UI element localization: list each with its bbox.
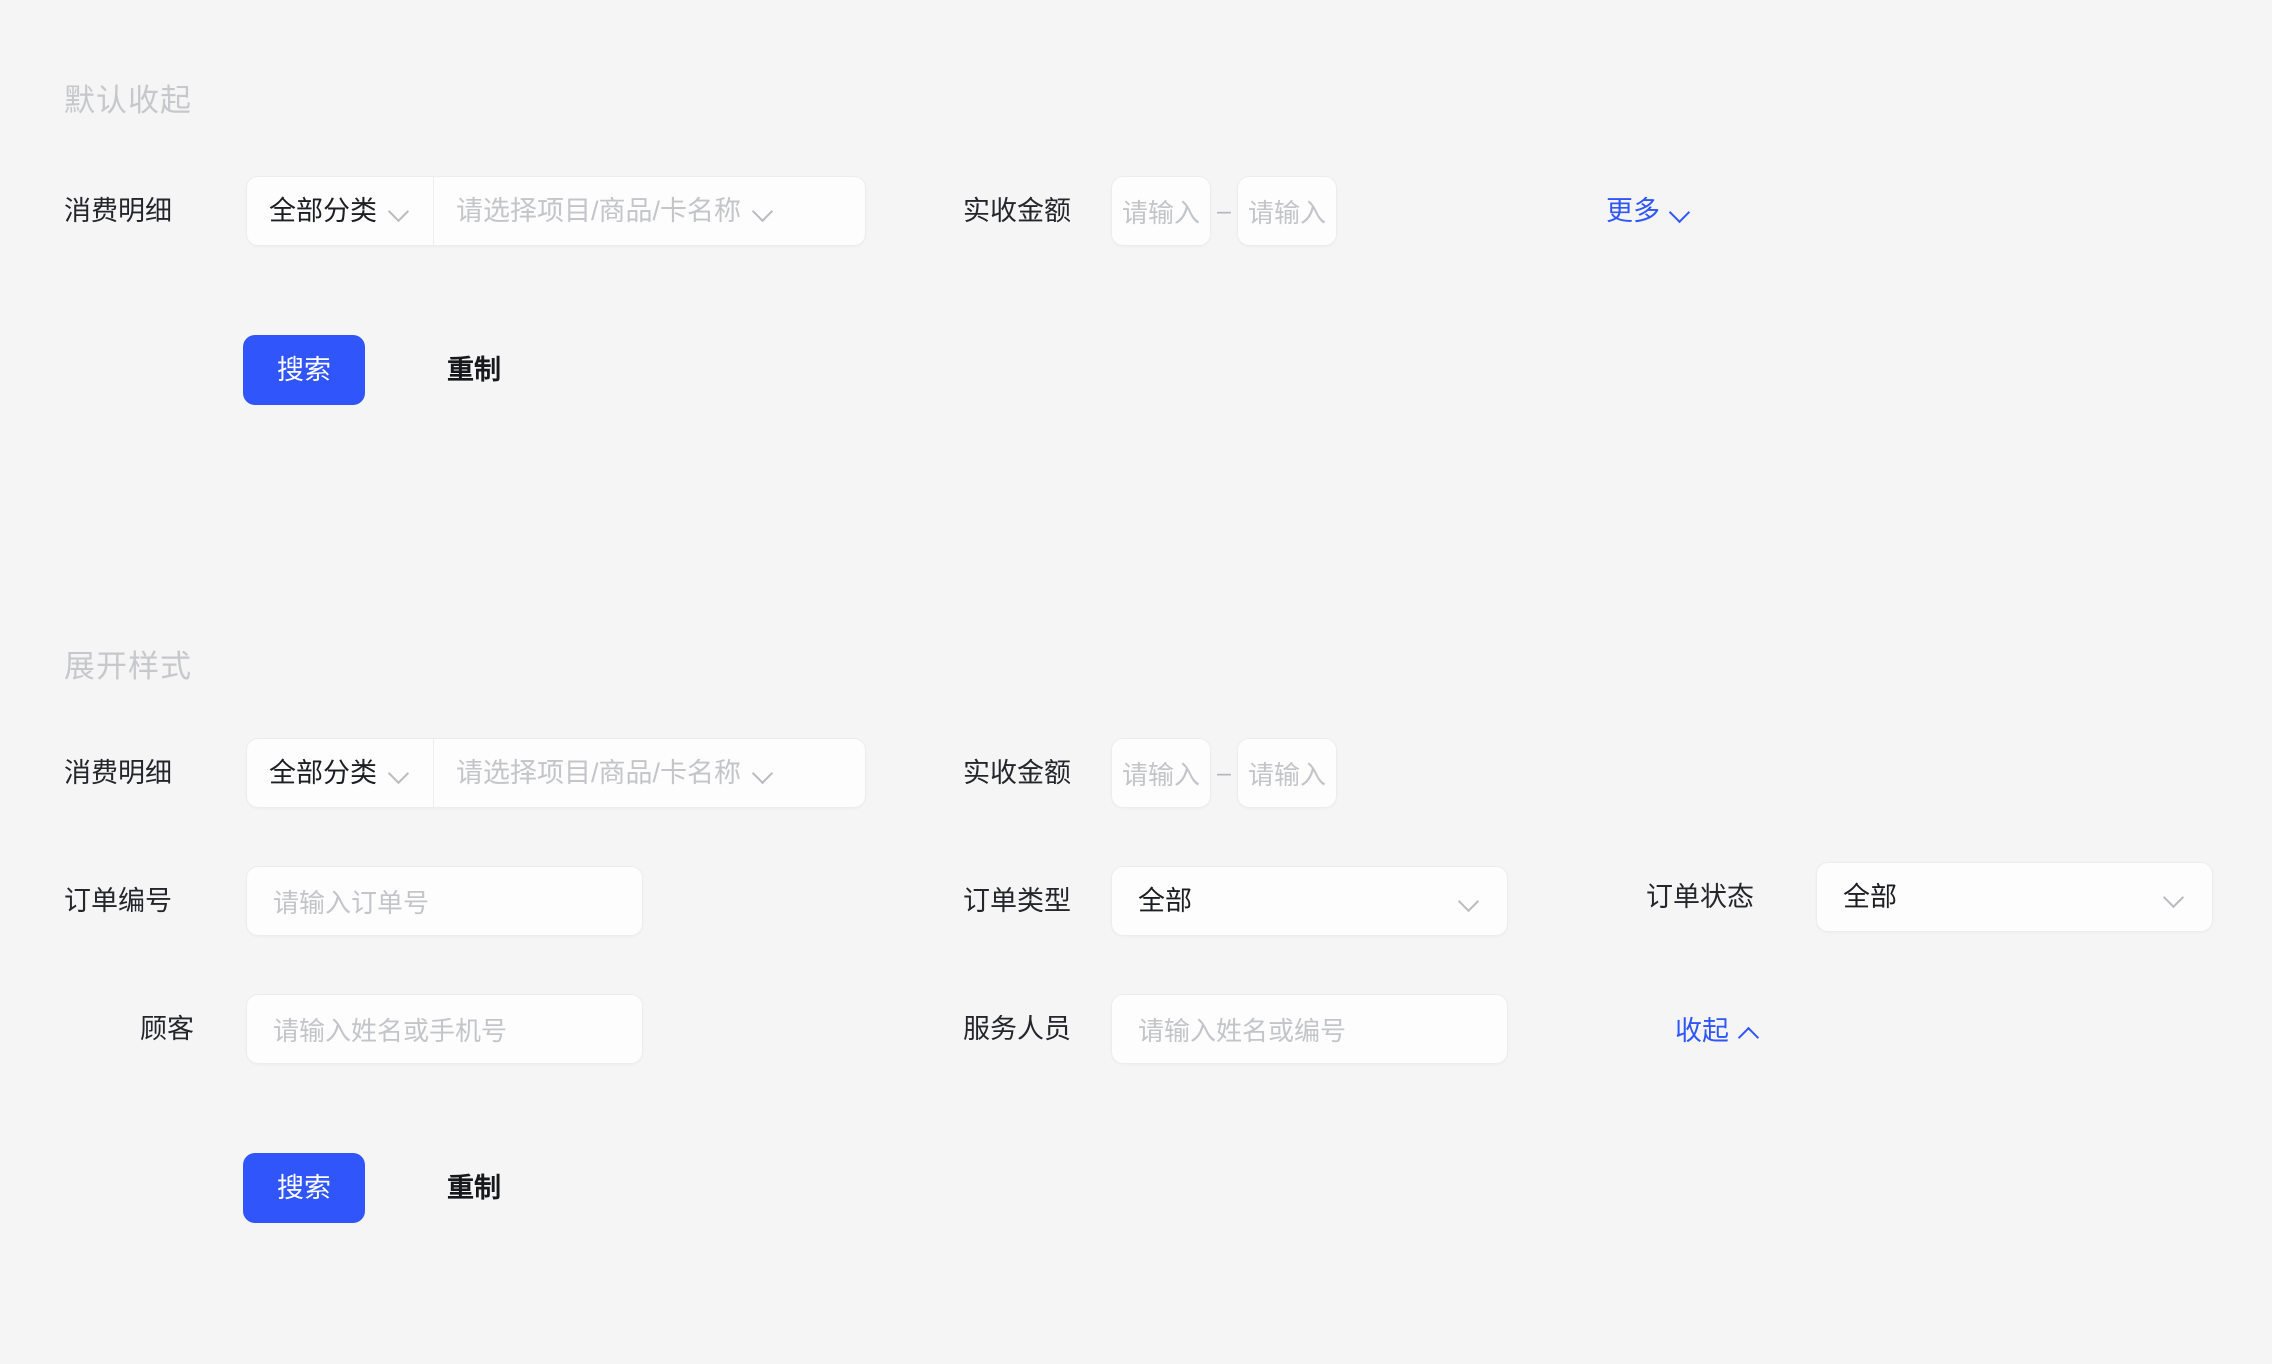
expanded-row-order-status: 订单状态 全部 <box>1646 862 2213 932</box>
expanded-row-order-no: 订单编号 请输入订单号 <box>64 866 643 936</box>
customer-label: 顾客 <box>140 1013 194 1044</box>
order-status-label: 订单状态 <box>1646 881 1754 912</box>
amount-min-input[interactable]: 请输入 <box>1111 738 1211 808</box>
consumption-detail-combo[interactable]: 全部分类 请选择项目/商品/卡名称 <box>246 176 866 246</box>
order-type-value: 全部 <box>1138 885 1192 916</box>
filter-demo-page: 默认收起 消费明细 全部分类 请选择项目/商品/卡名称 实收金额 请输入 – 请… <box>0 0 2272 1364</box>
chevron-down-icon <box>1670 201 1692 223</box>
item-select[interactable]: 请选择项目/商品/卡名称 <box>434 177 865 245</box>
amount-max-input[interactable]: 请输入 <box>1237 738 1337 808</box>
chevron-down-icon <box>389 762 411 784</box>
expanded-row-order-type: 订单类型 全部 <box>963 866 1508 936</box>
staff-label: 服务人员 <box>963 1013 1071 1044</box>
chevron-down-icon <box>389 200 411 222</box>
collapsed-actions: 搜索 重制 <box>243 335 501 405</box>
amount-range-group: 请输入 – 请输入 <box>1111 176 1337 246</box>
expanded-row-consumption: 消费明细 全部分类 请选择项目/商品/卡名称 <box>64 738 866 808</box>
expanded-row-amount: 实收金额 请输入 – 请输入 <box>963 738 1337 808</box>
chevron-down-icon <box>2164 886 2186 908</box>
range-separator: – <box>1217 196 1231 225</box>
customer-input[interactable]: 请输入姓名或手机号 <box>246 994 643 1064</box>
category-select[interactable]: 全部分类 <box>247 739 434 807</box>
expanded-row-customer: 顾客 请输入姓名或手机号 <box>64 994 643 1064</box>
order-type-select[interactable]: 全部 <box>1111 866 1508 936</box>
order-no-input[interactable]: 请输入订单号 <box>246 866 643 936</box>
consumption-detail-combo[interactable]: 全部分类 请选择项目/商品/卡名称 <box>246 738 866 808</box>
chevron-up-icon <box>1739 1021 1761 1043</box>
order-no-label: 订单编号 <box>64 885 172 916</box>
actual-amount-label: 实收金额 <box>963 757 1071 788</box>
item-select[interactable]: 请选择项目/商品/卡名称 <box>434 739 865 807</box>
actual-amount-label: 实收金额 <box>963 195 1071 226</box>
range-separator: – <box>1217 758 1231 787</box>
amount-range-group: 请输入 – 请输入 <box>1111 738 1337 808</box>
order-type-label: 订单类型 <box>963 885 1071 916</box>
category-select-value: 全部分类 <box>269 195 377 226</box>
chevron-down-icon <box>1459 890 1481 912</box>
collapse-label: 收起 <box>1675 1016 1729 1046</box>
staff-input[interactable]: 请输入姓名或编号 <box>1111 994 1508 1064</box>
order-status-select[interactable]: 全部 <box>1816 862 2213 932</box>
chevron-down-icon <box>753 762 775 784</box>
expand-more-toggle[interactable]: 更多 <box>1606 198 1692 225</box>
item-select-placeholder: 请选择项目/商品/卡名称 <box>456 195 742 226</box>
expand-more-label: 更多 <box>1606 196 1660 226</box>
search-button[interactable]: 搜索 <box>243 1153 365 1223</box>
expanded-section-title: 展开样式 <box>64 649 192 684</box>
reset-button[interactable]: 重制 <box>447 356 501 384</box>
expanded-actions: 搜索 重制 <box>243 1153 501 1223</box>
consumption-detail-label: 消费明细 <box>64 195 172 226</box>
amount-max-input[interactable]: 请输入 <box>1237 176 1337 246</box>
item-select-placeholder: 请选择项目/商品/卡名称 <box>456 757 742 788</box>
collapse-toggle[interactable]: 收起 <box>1675 1018 1761 1045</box>
collapsed-section-title: 默认收起 <box>64 83 192 118</box>
chevron-down-icon <box>753 200 775 222</box>
category-select[interactable]: 全部分类 <box>247 177 434 245</box>
collapsed-row-amount: 实收金额 请输入 – 请输入 <box>963 176 1337 246</box>
search-button[interactable]: 搜索 <box>243 335 365 405</box>
collapsed-row-consumption: 消费明细 全部分类 请选择项目/商品/卡名称 <box>64 176 866 246</box>
order-status-value: 全部 <box>1843 881 1897 912</box>
consumption-detail-label: 消费明细 <box>64 757 172 788</box>
reset-button[interactable]: 重制 <box>447 1174 501 1202</box>
amount-min-input[interactable]: 请输入 <box>1111 176 1211 246</box>
category-select-value: 全部分类 <box>269 757 377 788</box>
expanded-row-staff: 服务人员 请输入姓名或编号 <box>963 994 1508 1064</box>
